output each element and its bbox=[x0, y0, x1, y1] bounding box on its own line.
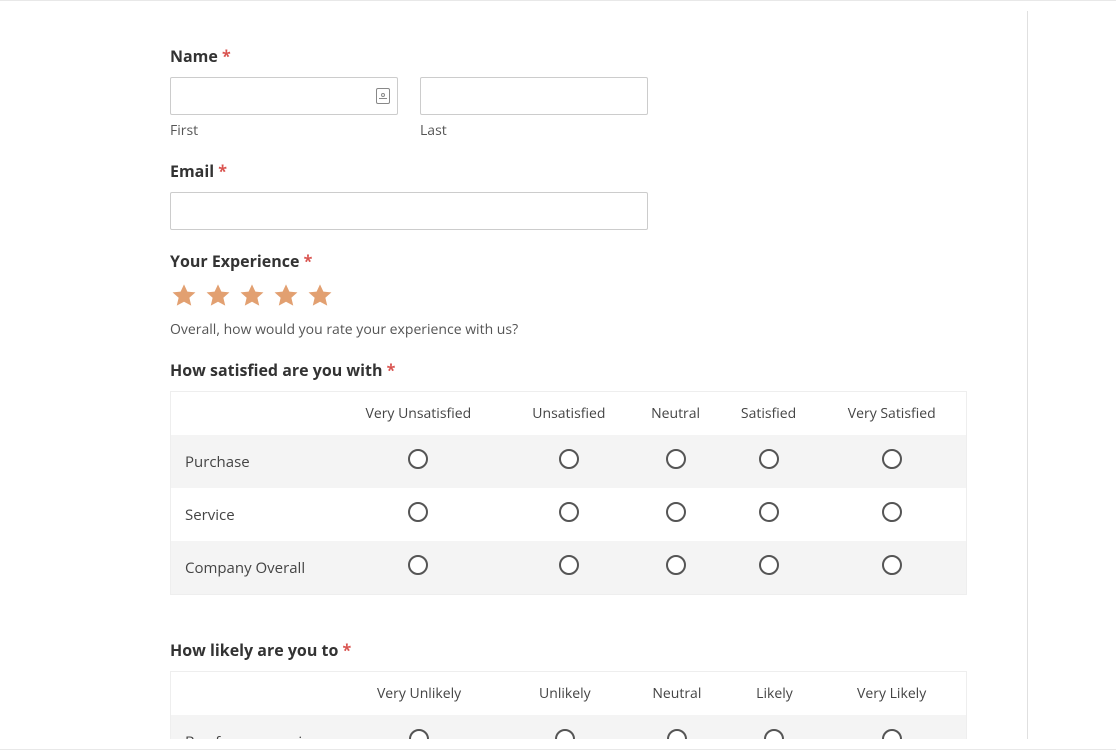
satisfaction-radio[interactable] bbox=[408, 449, 428, 469]
satisfaction-radio[interactable] bbox=[759, 555, 779, 575]
satisfaction-column-header: Satisfied bbox=[720, 392, 818, 436]
satisfaction-row-label: Service bbox=[171, 488, 331, 541]
experience-hint: Overall, how would you rate your experie… bbox=[170, 320, 1027, 339]
satisfaction-cell bbox=[506, 488, 631, 541]
last-name-input[interactable] bbox=[420, 77, 648, 115]
contact-autofill-icon bbox=[376, 88, 390, 104]
satisfaction-cell bbox=[331, 541, 507, 595]
likelihood-label-text: How likely are you to bbox=[170, 639, 338, 661]
satisfaction-cell bbox=[720, 488, 818, 541]
likelihood-radio[interactable] bbox=[764, 729, 784, 739]
satisfaction-cell bbox=[632, 488, 720, 541]
likelihood-column-header: Very Likely bbox=[817, 672, 966, 716]
required-marker: * bbox=[218, 160, 227, 182]
satisfaction-cell bbox=[817, 488, 966, 541]
likelihood-label: How likely are you to * bbox=[170, 639, 1027, 661]
satisfaction-cell bbox=[632, 435, 720, 488]
likelihood-radio[interactable] bbox=[882, 729, 902, 739]
required-marker: * bbox=[304, 250, 313, 272]
likelihood-field: How likely are you to * Very UnlikelyUnl… bbox=[170, 639, 1027, 739]
email-label: Email * bbox=[170, 160, 1027, 182]
star-icon[interactable] bbox=[238, 282, 266, 310]
likelihood-column-header: Neutral bbox=[622, 672, 732, 716]
satisfaction-column-header: Unsatisfied bbox=[506, 392, 631, 436]
satisfaction-column-header: Neutral bbox=[632, 392, 720, 436]
likelihood-row: Buy from us again bbox=[171, 715, 967, 739]
satisfaction-cell bbox=[720, 435, 818, 488]
satisfaction-cell bbox=[331, 488, 507, 541]
likelihood-cell bbox=[622, 715, 732, 739]
satisfaction-radio[interactable] bbox=[759, 449, 779, 469]
likelihood-cell bbox=[331, 715, 508, 739]
likelihood-radio[interactable] bbox=[667, 729, 687, 739]
likelihood-radio[interactable] bbox=[409, 729, 429, 739]
star-icon[interactable] bbox=[170, 282, 198, 310]
satisfaction-field: How satisfied are you with * Very Unsati… bbox=[170, 359, 1027, 595]
satisfaction-cell bbox=[506, 435, 631, 488]
satisfaction-cell bbox=[632, 541, 720, 595]
likelihood-cell bbox=[732, 715, 818, 739]
likelihood-matrix: Very UnlikelyUnlikelyNeutralLikelyVery L… bbox=[170, 671, 967, 739]
star-icon[interactable] bbox=[306, 282, 334, 310]
satisfaction-radio[interactable] bbox=[882, 555, 902, 575]
satisfaction-header-blank bbox=[171, 392, 331, 436]
email-input[interactable] bbox=[170, 192, 648, 230]
satisfaction-label: How satisfied are you with * bbox=[170, 359, 1027, 381]
experience-field: Your Experience * Overall, how would you… bbox=[170, 250, 1027, 339]
experience-label: Your Experience * bbox=[170, 250, 1027, 272]
satisfaction-radio[interactable] bbox=[882, 502, 902, 522]
satisfaction-column-header: Very Satisfied bbox=[817, 392, 966, 436]
satisfaction-radio[interactable] bbox=[408, 502, 428, 522]
satisfaction-row: Company Overall bbox=[171, 541, 967, 595]
satisfaction-row: Service bbox=[171, 488, 967, 541]
likelihood-cell bbox=[508, 715, 623, 739]
satisfaction-cell bbox=[817, 435, 966, 488]
satisfaction-radio[interactable] bbox=[759, 502, 779, 522]
required-marker: * bbox=[343, 639, 352, 661]
required-marker: * bbox=[387, 359, 396, 381]
name-label-text: Name bbox=[170, 45, 218, 67]
likelihood-cell bbox=[817, 715, 966, 739]
satisfaction-radio[interactable] bbox=[559, 555, 579, 575]
star-rating bbox=[170, 282, 1027, 310]
satisfaction-radio[interactable] bbox=[559, 449, 579, 469]
satisfaction-radio[interactable] bbox=[559, 502, 579, 522]
first-name-sublabel: First bbox=[170, 121, 398, 140]
satisfaction-cell bbox=[506, 541, 631, 595]
likelihood-column-header: Unlikely bbox=[508, 672, 623, 716]
likelihood-column-header: Likely bbox=[732, 672, 818, 716]
satisfaction-matrix: Very UnsatisfiedUnsatisfiedNeutralSatisf… bbox=[170, 391, 967, 595]
star-icon[interactable] bbox=[272, 282, 300, 310]
satisfaction-label-text: How satisfied are you with bbox=[170, 359, 382, 381]
satisfaction-cell bbox=[720, 541, 818, 595]
star-icon[interactable] bbox=[204, 282, 232, 310]
satisfaction-radio[interactable] bbox=[408, 555, 428, 575]
satisfaction-radio[interactable] bbox=[882, 449, 902, 469]
satisfaction-column-header: Very Unsatisfied bbox=[331, 392, 507, 436]
name-label: Name * bbox=[170, 45, 1027, 67]
satisfaction-row-label: Company Overall bbox=[171, 541, 331, 595]
last-name-sublabel: Last bbox=[420, 121, 648, 140]
likelihood-column-header: Very Unlikely bbox=[331, 672, 508, 716]
satisfaction-row-label: Purchase bbox=[171, 435, 331, 488]
required-marker: * bbox=[222, 45, 231, 67]
likelihood-row-label: Buy from us again bbox=[171, 715, 331, 739]
likelihood-radio[interactable] bbox=[555, 729, 575, 739]
satisfaction-cell bbox=[331, 435, 507, 488]
likelihood-header-blank bbox=[171, 672, 331, 716]
satisfaction-radio[interactable] bbox=[666, 449, 686, 469]
satisfaction-cell bbox=[817, 541, 966, 595]
first-name-input[interactable] bbox=[170, 77, 398, 115]
satisfaction-row: Purchase bbox=[171, 435, 967, 488]
name-field: Name * First L bbox=[170, 45, 1027, 140]
satisfaction-radio[interactable] bbox=[666, 502, 686, 522]
experience-label-text: Your Experience bbox=[170, 250, 299, 272]
email-field: Email * bbox=[170, 160, 1027, 230]
satisfaction-radio[interactable] bbox=[666, 555, 686, 575]
email-label-text: Email bbox=[170, 160, 214, 182]
